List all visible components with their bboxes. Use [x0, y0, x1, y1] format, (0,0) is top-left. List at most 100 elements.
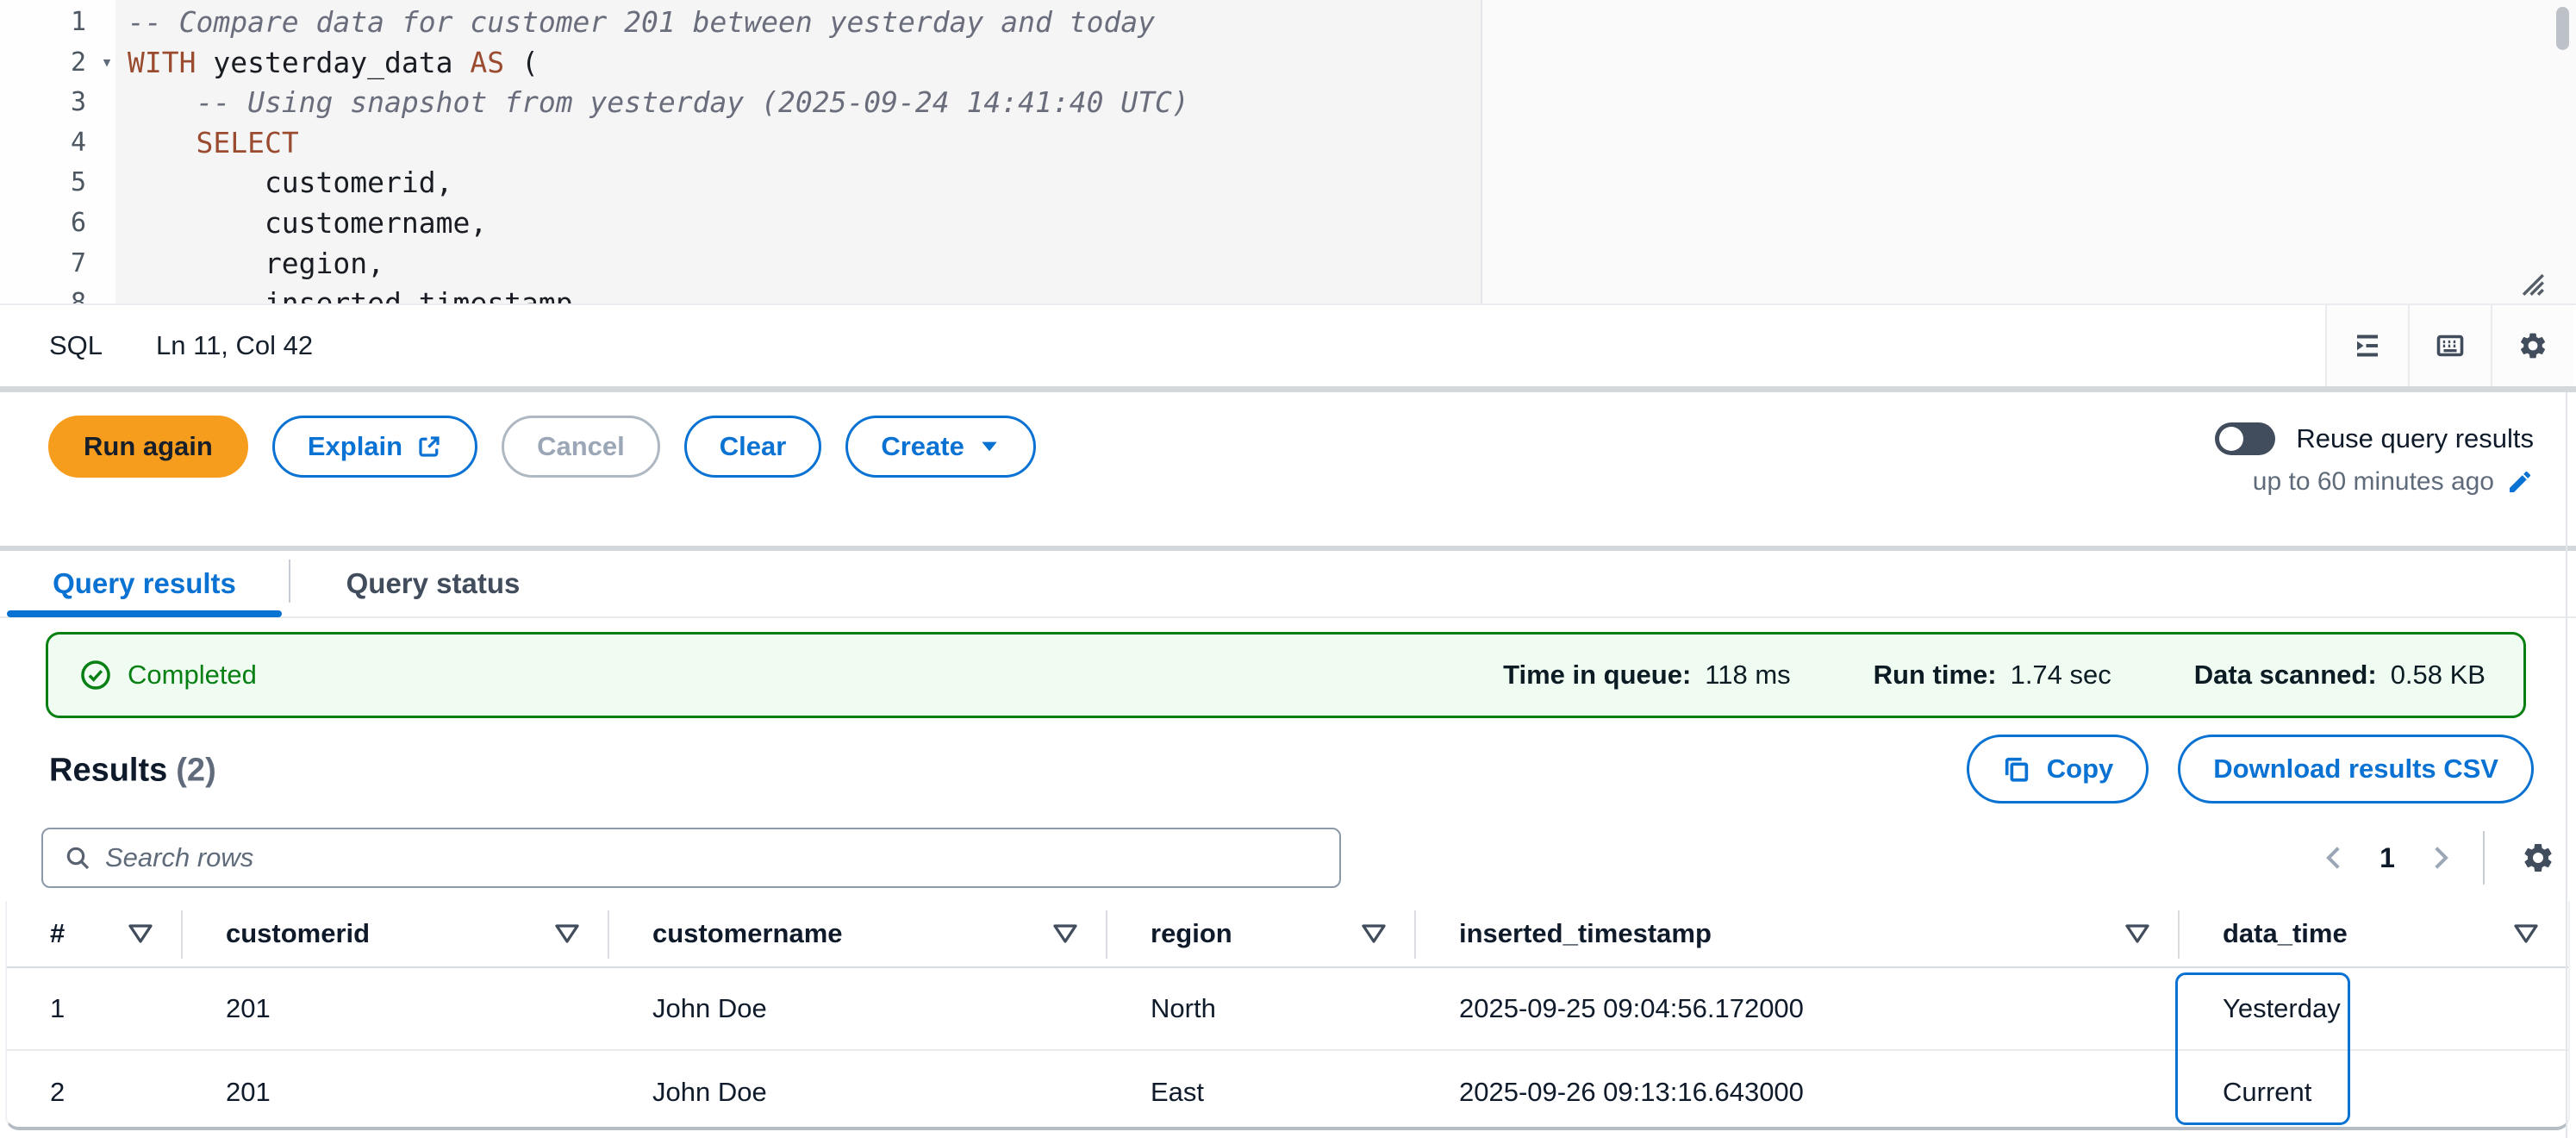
reuse-duration-label: up to 60 minutes ago [2253, 467, 2494, 497]
column-filter-icon[interactable] [128, 922, 153, 945]
table-cell[interactable]: 1 [7, 968, 183, 1049]
tab-query-status[interactable]: Query status [289, 551, 577, 616]
code-lines[interactable]: 1-- Compare data for customer 201 betwee… [0, 3, 1481, 303]
column-label: data_time [2223, 918, 2348, 949]
query-stat: Run time:1.74 sec [1874, 660, 2111, 691]
table-cell[interactable]: 201 [183, 968, 609, 1049]
table-cell[interactable]: 2025-09-26 09:13:16.643000 [1416, 1051, 2180, 1130]
table-row[interactable]: 2 201 John Doe East 2025-09-26 09:13:16.6430… [7, 1051, 2568, 1130]
create-button[interactable]: Create [845, 416, 1036, 478]
cell-text: East [1151, 1077, 1204, 1108]
next-page-button[interactable] [2414, 832, 2466, 884]
format-indent-icon [2352, 330, 2383, 361]
page-number-button[interactable]: 1 [2361, 842, 2414, 874]
editor-settings-button[interactable] [2491, 305, 2573, 386]
code-line[interactable]: 5 customerid, [0, 163, 1481, 203]
column-label: inserted_timestamp [1459, 918, 1712, 949]
page-scrollbar-track[interactable] [2566, 392, 2567, 1138]
pagination: 1 [2309, 828, 2576, 888]
explain-button[interactable]: Explain [272, 416, 477, 478]
table-cell[interactable]: East [1107, 1051, 1416, 1130]
fold-toggle-icon[interactable]: ▾ [86, 43, 128, 84]
column-filter-icon[interactable] [554, 922, 580, 945]
table-preferences-button[interactable] [2500, 828, 2576, 888]
column-filter-icon[interactable] [2124, 922, 2150, 945]
code-text: SELECT [128, 123, 299, 164]
stat-label: Time in queue: [1503, 660, 1691, 691]
line-number: 6 [0, 203, 86, 244]
stat-label: Run time: [1874, 660, 1997, 691]
table-cell[interactable]: North [1107, 968, 1416, 1049]
code-line[interactable]: 1-- Compare data for customer 201 betwee… [0, 3, 1481, 43]
table-cell[interactable]: 2025-09-25 09:04:56.172000 [1416, 968, 2180, 1049]
column-filter-icon[interactable] [1361, 922, 1387, 945]
cell-text: 2 [50, 1077, 65, 1108]
statusbar-actions [2325, 305, 2573, 386]
column-filter-icon[interactable] [1052, 922, 1078, 945]
code-text: region, [128, 244, 384, 284]
stat-value: 0.58 KB [2391, 660, 2486, 691]
column-header-num: # [7, 901, 183, 966]
code-text: -- Compare data for customer 201 between… [128, 3, 1155, 43]
table-row[interactable]: 1 201 John Doe North 2025-09-25 09:04:56.172… [7, 968, 2568, 1051]
table-cell[interactable]: 201 [183, 1051, 609, 1130]
line-number: 8 [0, 284, 86, 303]
column-label: # [50, 918, 65, 949]
explain-label: Explain [308, 431, 402, 462]
fold-slot [86, 83, 128, 123]
active-tab-underline [7, 610, 282, 617]
download-results-csv-button[interactable]: Download results CSV [2178, 735, 2534, 803]
editor-scrollbar-thumb[interactable] [2556, 7, 2569, 50]
code-line[interactable]: 3 -- Using snapshot from yesterday (2025… [0, 83, 1481, 123]
clear-button[interactable]: Clear [684, 416, 822, 478]
code-line[interactable]: 6 customername, [0, 203, 1481, 244]
code-text: inserted_timestamp [128, 284, 573, 303]
edit-pencil-icon[interactable] [2506, 468, 2534, 496]
results-table: # customerid customername region inserted_ti… [5, 901, 2570, 1130]
table-cell[interactable]: John Doe [609, 968, 1107, 1049]
cell-text: 2025-09-25 09:04:56.172000 [1459, 993, 1804, 1024]
table-cell[interactable]: 2 [7, 1051, 183, 1130]
reuse-query-results-toggle[interactable] [2215, 422, 2275, 455]
cancel-button[interactable]: Cancel [502, 416, 660, 478]
fold-slot [86, 123, 128, 164]
shortcuts-button[interactable] [2408, 305, 2491, 386]
previous-page-button[interactable] [2309, 832, 2361, 884]
cell-text: 2025-09-26 09:13:16.643000 [1459, 1077, 1804, 1108]
results-tabs: Query results Query status [0, 551, 2576, 618]
search-rows-input[interactable] [105, 842, 1294, 873]
column-header-region: region [1107, 901, 1416, 966]
table-cell[interactable]: Yesterday [2180, 968, 2568, 1049]
table-cell[interactable]: John Doe [609, 1051, 1107, 1130]
editor-resize-handle-icon[interactable] [2517, 269, 2547, 298]
query-stats: Time in queue:118 msRun time:1.74 secDat… [1503, 660, 2486, 691]
sql-code-editor[interactable]: 1-- Compare data for customer 201 betwee… [0, 0, 2576, 303]
code-line[interactable]: 8 inserted_timestamp [0, 284, 1481, 303]
cell-text: John Doe [652, 993, 767, 1024]
cell-text: John Doe [652, 1077, 767, 1108]
tab-query-results[interactable]: Query results [0, 551, 289, 616]
results-title: Results(2) [49, 753, 216, 790]
code-line[interactable]: 7 region, [0, 244, 1481, 284]
table-cell[interactable]: Current [2180, 1051, 2568, 1130]
fold-slot [86, 284, 128, 303]
query-status-banner: Completed Time in queue:118 msRun time:1… [46, 632, 2526, 718]
cell-text: 201 [226, 993, 271, 1024]
editor-status-bar: SQL Ln 11, Col 42 [0, 303, 2576, 386]
code-text: customerid, [128, 163, 453, 203]
fold-slot [86, 203, 128, 244]
run-again-button[interactable]: Run again [48, 416, 248, 478]
search-rows-box[interactable] [41, 828, 1341, 888]
column-label: customerid [226, 918, 370, 949]
query-stat: Time in queue:118 ms [1503, 660, 1791, 691]
cell-text: 201 [226, 1077, 271, 1108]
code-line[interactable]: 4 SELECT [0, 123, 1481, 164]
line-number: 7 [0, 244, 86, 284]
column-label: customername [652, 918, 843, 949]
cell-text: Yesterday [2223, 993, 2341, 1024]
column-filter-icon[interactable] [2513, 922, 2539, 945]
cell-text: Current [2223, 1077, 2311, 1108]
format-query-button[interactable] [2325, 305, 2408, 386]
copy-button[interactable]: Copy [1967, 735, 2149, 803]
code-line[interactable]: 2▾WITH yesterday_data AS ( [0, 43, 1481, 84]
